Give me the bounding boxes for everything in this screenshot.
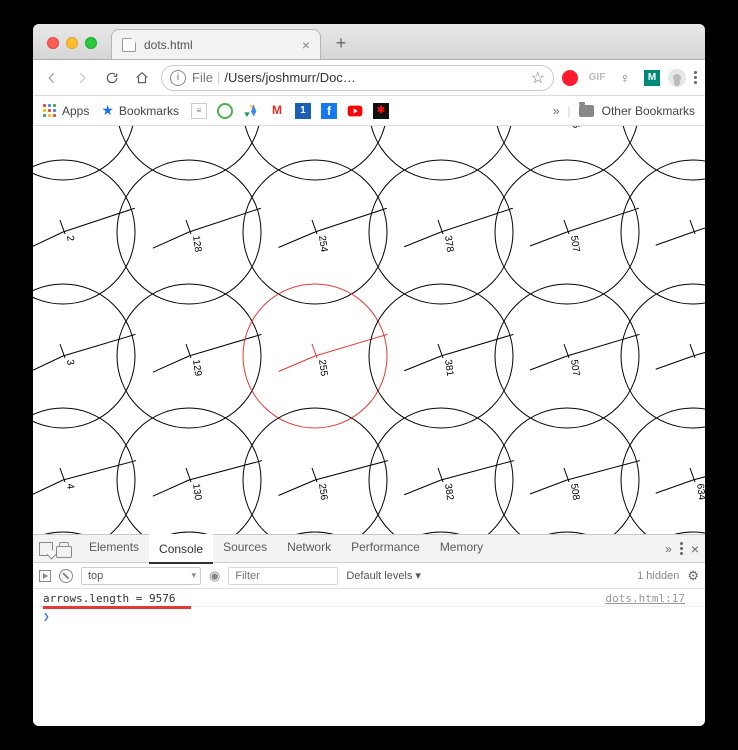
devtools-tab-sources[interactable]: Sources (213, 534, 277, 564)
log-source-link[interactable]: dots.html:17 (606, 592, 685, 605)
svg-text:130: 130 (190, 483, 203, 501)
extension-bulb-icon[interactable]: ♀ (616, 69, 634, 87)
svg-text:255: 255 (316, 359, 329, 377)
console-output: arrows.length = 9576 dots.html:17 ❯ (33, 589, 705, 726)
devtools-tab-console[interactable]: Console (149, 534, 213, 564)
close-tab-button[interactable]: × (302, 37, 310, 53)
apps-label: Apps (62, 104, 89, 118)
browser-window: dots.html × + i File | /Users/joshmurr/D… (33, 24, 705, 726)
bookmarks-folder[interactable]: ★ Bookmarks (101, 102, 179, 119)
hidden-count[interactable]: 1 hidden (637, 570, 679, 582)
url-text: File | /Users/joshmurr/Doc… (192, 70, 356, 85)
extension-opera-icon[interactable] (562, 70, 578, 86)
favicon-circle[interactable] (217, 103, 233, 119)
apps-grid-icon (43, 104, 57, 118)
svg-text:4: 4 (64, 483, 76, 490)
svg-text:378: 378 (442, 235, 455, 253)
bookmarks-bar: Apps ★ Bookmarks ≡ M 1 f ✱ » | Other Boo… (33, 96, 705, 126)
zoom-window-button[interactable] (85, 37, 97, 49)
address-bar[interactable]: i File | /Users/joshmurr/Doc… ☆ (161, 65, 554, 91)
svg-text:508: 508 (568, 483, 581, 501)
dots-canvas: 0123506521282543785073129255381507413025… (33, 126, 705, 534)
reload-button[interactable] (101, 67, 123, 89)
favicon-1p[interactable]: 1 (295, 103, 311, 119)
favicon-yt[interactable] (347, 103, 363, 119)
close-window-button[interactable] (47, 37, 59, 49)
devtools-tab-elements[interactable]: Elements (79, 534, 149, 564)
svg-text:381: 381 (442, 359, 455, 377)
inspect-element-button[interactable] (39, 542, 53, 556)
favicon-fb[interactable]: f (321, 103, 337, 119)
devtools-close-button[interactable]: × (691, 541, 699, 557)
devtools-tab-performance[interactable]: Performance (341, 534, 430, 564)
devtools-panel: ElementsConsoleSourcesNetworkPerformance… (33, 534, 705, 726)
bookmark-star-icon[interactable]: ☆ (531, 68, 545, 88)
context-selector[interactable]: top (81, 567, 201, 585)
devtools-tabstrip: ElementsConsoleSourcesNetworkPerformance… (33, 535, 705, 563)
console-toolbar: top ◉ Default levels ▾ 1 hidden ⚙ (33, 563, 705, 589)
favicon-drive[interactable] (243, 103, 259, 119)
other-bookmarks[interactable]: Other Bookmarks (602, 104, 695, 118)
bookmarks-label: Bookmarks (119, 104, 179, 118)
extensions: GIF ♀ M (562, 69, 660, 87)
svg-text:256: 256 (316, 483, 329, 501)
clear-console-button[interactable] (59, 569, 73, 583)
extension-gif-icon[interactable]: GIF (588, 69, 606, 87)
svg-text:254: 254 (316, 235, 329, 253)
console-sidebar-toggle[interactable] (39, 570, 51, 582)
console-filter-input[interactable] (228, 567, 338, 585)
svg-text:129: 129 (190, 359, 203, 377)
svg-text:634: 634 (694, 483, 705, 501)
log-levels-dropdown[interactable]: Default levels ▾ (346, 569, 421, 582)
bookmarks-overflow-button[interactable]: » (553, 104, 560, 118)
profile-avatar[interactable] (668, 69, 686, 87)
minimize-window-button[interactable] (66, 37, 78, 49)
console-log-line[interactable]: arrows.length = 9576 dots.html:17 (33, 589, 705, 607)
device-toggle-button[interactable] (59, 542, 69, 556)
page-icon (122, 38, 136, 52)
star-icon: ★ (101, 102, 114, 119)
spellcheck-underline (43, 606, 191, 609)
console-prompt[interactable]: ❯ (33, 607, 705, 626)
svg-text:2: 2 (64, 235, 76, 242)
extension-m-icon[interactable]: M (644, 70, 660, 86)
home-button[interactable] (131, 67, 153, 89)
toolbar: i File | /Users/joshmurr/Doc… ☆ GIF ♀ M (33, 60, 705, 96)
svg-text:506: 506 (568, 126, 581, 129)
bookmark-favicons: ≡ M 1 f ✱ (191, 103, 389, 119)
site-info-icon[interactable]: i (170, 70, 186, 86)
svg-text:128: 128 (190, 235, 203, 253)
favicon-gmail[interactable]: M (269, 103, 285, 119)
devtools-tab-network[interactable]: Network (277, 534, 341, 564)
forward-button[interactable] (71, 67, 93, 89)
devtools-tab-memory[interactable]: Memory (430, 534, 493, 564)
live-expression-button[interactable]: ◉ (209, 568, 220, 584)
titlebar: dots.html × + (33, 24, 705, 60)
console-settings-button[interactable]: ⚙ (687, 568, 699, 584)
chrome-menu-button[interactable] (694, 71, 697, 84)
svg-text:3: 3 (64, 359, 76, 366)
browser-tabs: dots.html × + (111, 24, 355, 59)
back-button[interactable] (41, 67, 63, 89)
favicon-nw[interactable]: ✱ (373, 103, 389, 119)
page-content[interactable]: 0123506521282543785073129255381507413025… (33, 126, 705, 534)
new-tab-button[interactable]: + (327, 29, 355, 57)
folder-icon (579, 105, 594, 117)
tab-title: dots.html (144, 38, 294, 52)
svg-text:507: 507 (568, 359, 581, 377)
favicon-1[interactable]: ≡ (191, 103, 207, 119)
log-message: arrows.length = 9576 (43, 592, 175, 605)
svg-text:507: 507 (568, 235, 581, 253)
devtools-menu-button[interactable] (680, 542, 683, 555)
apps-shortcut[interactable]: Apps (43, 104, 89, 118)
window-controls (47, 37, 97, 49)
browser-tab-active[interactable]: dots.html × (111, 29, 321, 59)
devtools-overflow-button[interactable]: » (665, 542, 672, 556)
svg-text:382: 382 (442, 483, 455, 501)
